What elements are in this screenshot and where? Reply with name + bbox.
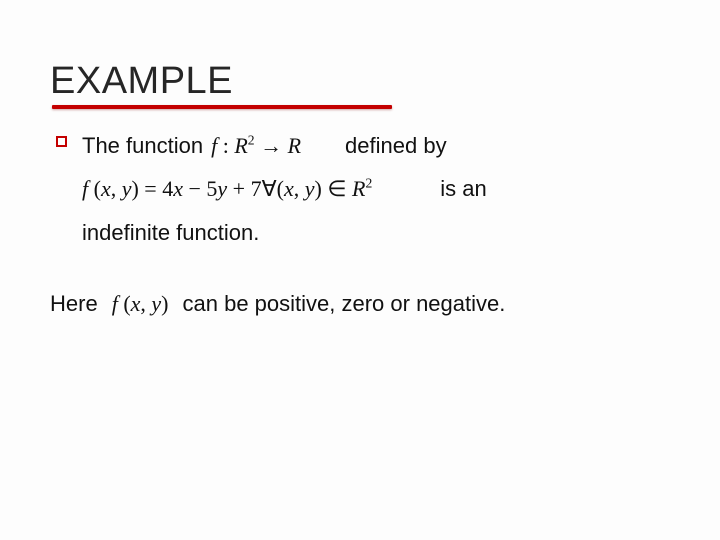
text-here: Here	[50, 285, 98, 322]
text-the-function: The function	[82, 127, 203, 164]
math-fxy: f (x, y)	[112, 285, 169, 322]
line-3: indefinite function.	[82, 214, 670, 251]
text-indefinite-function: indefinite function.	[82, 214, 259, 251]
slide: EXAMPLE The function f : R2 → R defined …	[0, 0, 720, 540]
bullet-icon	[56, 136, 67, 147]
title-block: EXAMPLE	[50, 60, 670, 103]
math-func-declaration: f : R2 → R	[211, 127, 301, 164]
text-defined-by: defined by	[345, 127, 447, 164]
math-func-definition: f (x, y) = 4x − 5y + 7∀(x, y) ∈ R2	[82, 170, 372, 207]
page-title: EXAMPLE	[50, 60, 670, 103]
title-underline	[52, 105, 392, 109]
paragraph-2: Here f (x, y) can be positive, zero or n…	[50, 285, 670, 322]
text-conclusion: can be positive, zero or negative.	[183, 285, 506, 322]
paragraph-1: The function f : R2 → R defined by f (x,…	[50, 127, 670, 251]
line-1: The function f : R2 → R defined by	[82, 127, 670, 164]
line-2: f (x, y) = 4x − 5y + 7∀(x, y) ∈ R2 is an	[82, 170, 670, 207]
text-is-an: is an	[440, 170, 486, 207]
body: The function f : R2 → R defined by f (x,…	[50, 127, 670, 323]
